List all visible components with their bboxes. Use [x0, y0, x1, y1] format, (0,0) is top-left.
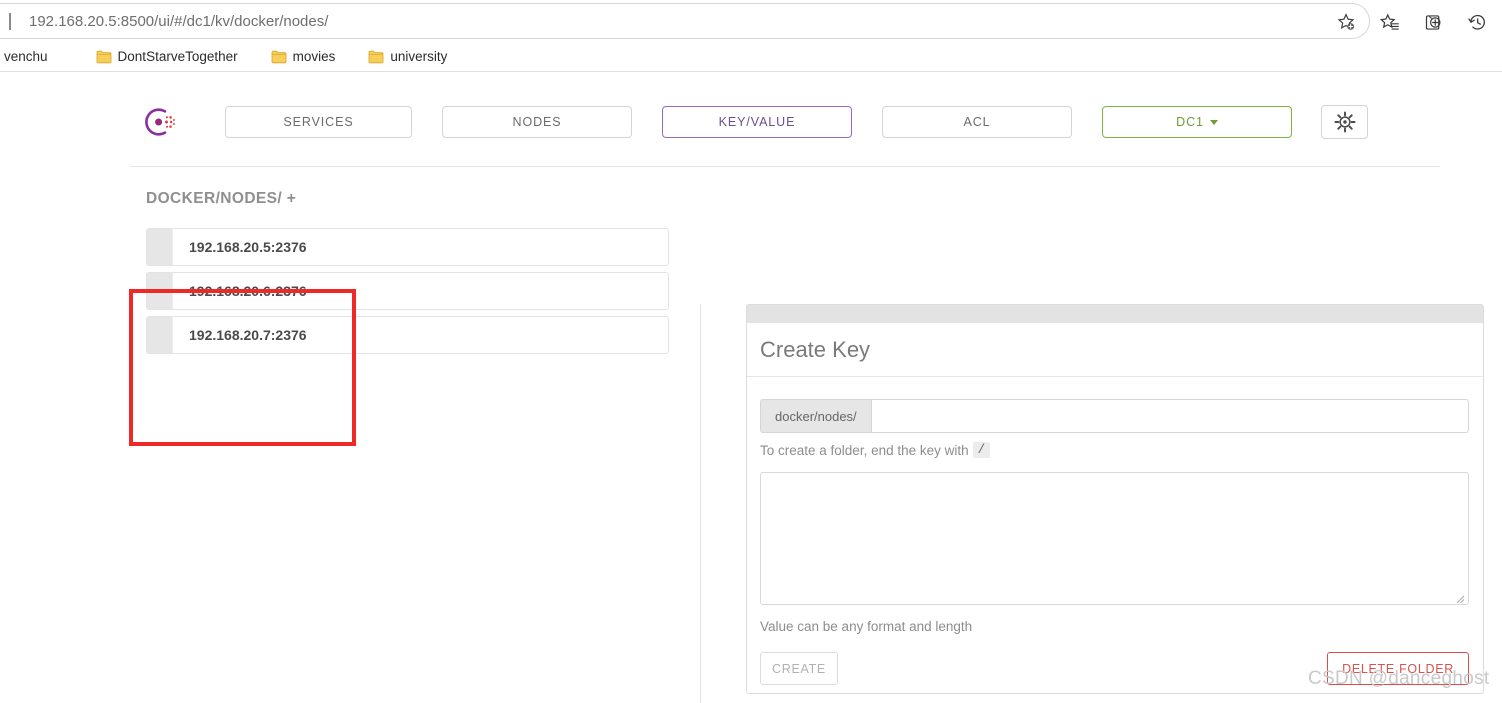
bookmarks-bar: venchu DontStarveTogether movies univers… — [0, 42, 1502, 72]
nav-tab-label: KEY/VALUE — [719, 115, 796, 129]
panel-header-strip — [747, 305, 1483, 323]
nav-tab-label: SERVICES — [283, 115, 353, 129]
bookmark-label: movies — [293, 49, 336, 64]
watermark: CSDN @danceghost — [1308, 668, 1489, 690]
breadcrumb[interactable]: DOCKER/NODES/ + — [146, 190, 669, 208]
history-button[interactable] — [1462, 7, 1492, 37]
folder-icon — [96, 50, 112, 64]
favorites-button[interactable] — [1374, 7, 1404, 37]
kv-item-label: 192.168.20.7:2376 — [172, 317, 668, 353]
kv-list-item[interactable]: 192.168.20.6:2376 — [146, 272, 669, 310]
key-hint-text: To create a folder, end the key with — [760, 443, 969, 458]
settings-button[interactable] — [1321, 105, 1368, 139]
browser-toolbar: 192.168.20.5:8500/ui/#/dc1/kv/docker/nod… — [0, 0, 1502, 42]
folder-icon — [271, 50, 287, 64]
value-textarea[interactable] — [760, 472, 1469, 605]
panel-title: Create Key — [760, 337, 870, 363]
add-favorite-button[interactable] — [1329, 8, 1363, 36]
nav-tab-nodes[interactable]: NODES — [442, 106, 632, 138]
url-path: :8500/ui/#/dc1/kv/docker/nodes/ — [117, 13, 329, 30]
bookmark-label: DontStarveTogether — [118, 49, 238, 64]
folder-icon — [368, 50, 384, 64]
collections-add-icon — [1423, 12, 1444, 33]
datacenter-label: DC1 — [1176, 115, 1204, 129]
history-icon — [1467, 12, 1488, 33]
key-hint-code: / — [973, 442, 991, 458]
kv-key-list: 192.168.20.5:2376 192.168.20.6:2376 192.… — [146, 228, 669, 354]
kv-item-label: 192.168.20.5:2376 — [172, 229, 668, 265]
kv-browser-column: DOCKER/NODES/ + 192.168.20.5:2376 192.16… — [146, 190, 669, 354]
key-input-group: docker/nodes/ — [760, 399, 1469, 433]
address-bar-text: 192.168.20.5:8500/ui/#/dc1/kv/docker/nod… — [29, 13, 328, 30]
consul-logo[interactable] — [130, 105, 188, 139]
bookmark-item[interactable]: venchu — [0, 45, 56, 69]
kv-item-handle — [147, 229, 172, 265]
key-prefix-addon: docker/nodes/ — [760, 399, 871, 433]
panel-header: Create Key — [747, 323, 1483, 377]
consul-logo-icon — [142, 105, 176, 139]
nav-tab-label: NODES — [513, 115, 562, 129]
bookmark-item[interactable]: university — [360, 45, 455, 69]
kv-list-item[interactable]: 192.168.20.5:2376 — [146, 228, 669, 266]
favorites-list-icon — [1379, 12, 1400, 33]
star-plus-icon — [1336, 12, 1356, 32]
navbar-divider — [130, 166, 1440, 167]
nav-tab-key-value[interactable]: KEY/VALUE — [662, 106, 852, 138]
kv-item-handle — [147, 273, 172, 309]
nav-tab-label: ACL — [963, 115, 990, 129]
datacenter-selector[interactable]: DC1 — [1102, 106, 1292, 138]
value-area-wrapper — [760, 458, 1469, 610]
value-hint-text: Value can be any format and length — [760, 619, 972, 634]
address-bar[interactable]: 192.168.20.5:8500/ui/#/dc1/kv/docker/nod… — [0, 3, 1370, 39]
browser-chrome: 192.168.20.5:8500/ui/#/dc1/kv/docker/nod… — [0, 0, 1502, 72]
kv-list-item[interactable]: 192.168.20.7:2376 — [146, 316, 669, 354]
consul-navbar: SERVICES NODES KEY/VALUE ACL DC1 — [130, 90, 1440, 154]
key-hint: To create a folder, end the key with / — [760, 442, 1469, 458]
chevron-down-icon — [1210, 120, 1218, 125]
create-button[interactable]: CREATE — [760, 652, 838, 685]
value-hint: Value can be any format and length — [760, 619, 1469, 634]
browser-action-icons — [1374, 6, 1502, 38]
bookmark-item[interactable]: DontStarveTogether — [88, 45, 246, 69]
bookmark-item[interactable]: movies — [263, 45, 344, 69]
nav-tab-acl[interactable]: ACL — [882, 106, 1072, 138]
bookmark-label: venchu — [4, 49, 48, 64]
create-key-panel: Create Key docker/nodes/ To create a fol… — [746, 304, 1484, 694]
column-divider — [700, 304, 701, 703]
bookmark-label: university — [390, 49, 447, 64]
collections-button[interactable] — [1418, 7, 1448, 37]
gear-icon — [1334, 111, 1356, 133]
url-host: 192.168.20.5 — [29, 13, 117, 30]
text-cursor — [9, 13, 11, 30]
key-name-input[interactable] — [871, 399, 1469, 433]
kv-item-label: 192.168.20.6:2376 — [172, 273, 668, 309]
nav-tab-services[interactable]: SERVICES — [225, 106, 412, 138]
consul-page: SERVICES NODES KEY/VALUE ACL DC1 — [0, 72, 1502, 631]
panel-body: docker/nodes/ To create a folder, end th… — [747, 377, 1483, 685]
kv-item-handle — [147, 317, 172, 353]
